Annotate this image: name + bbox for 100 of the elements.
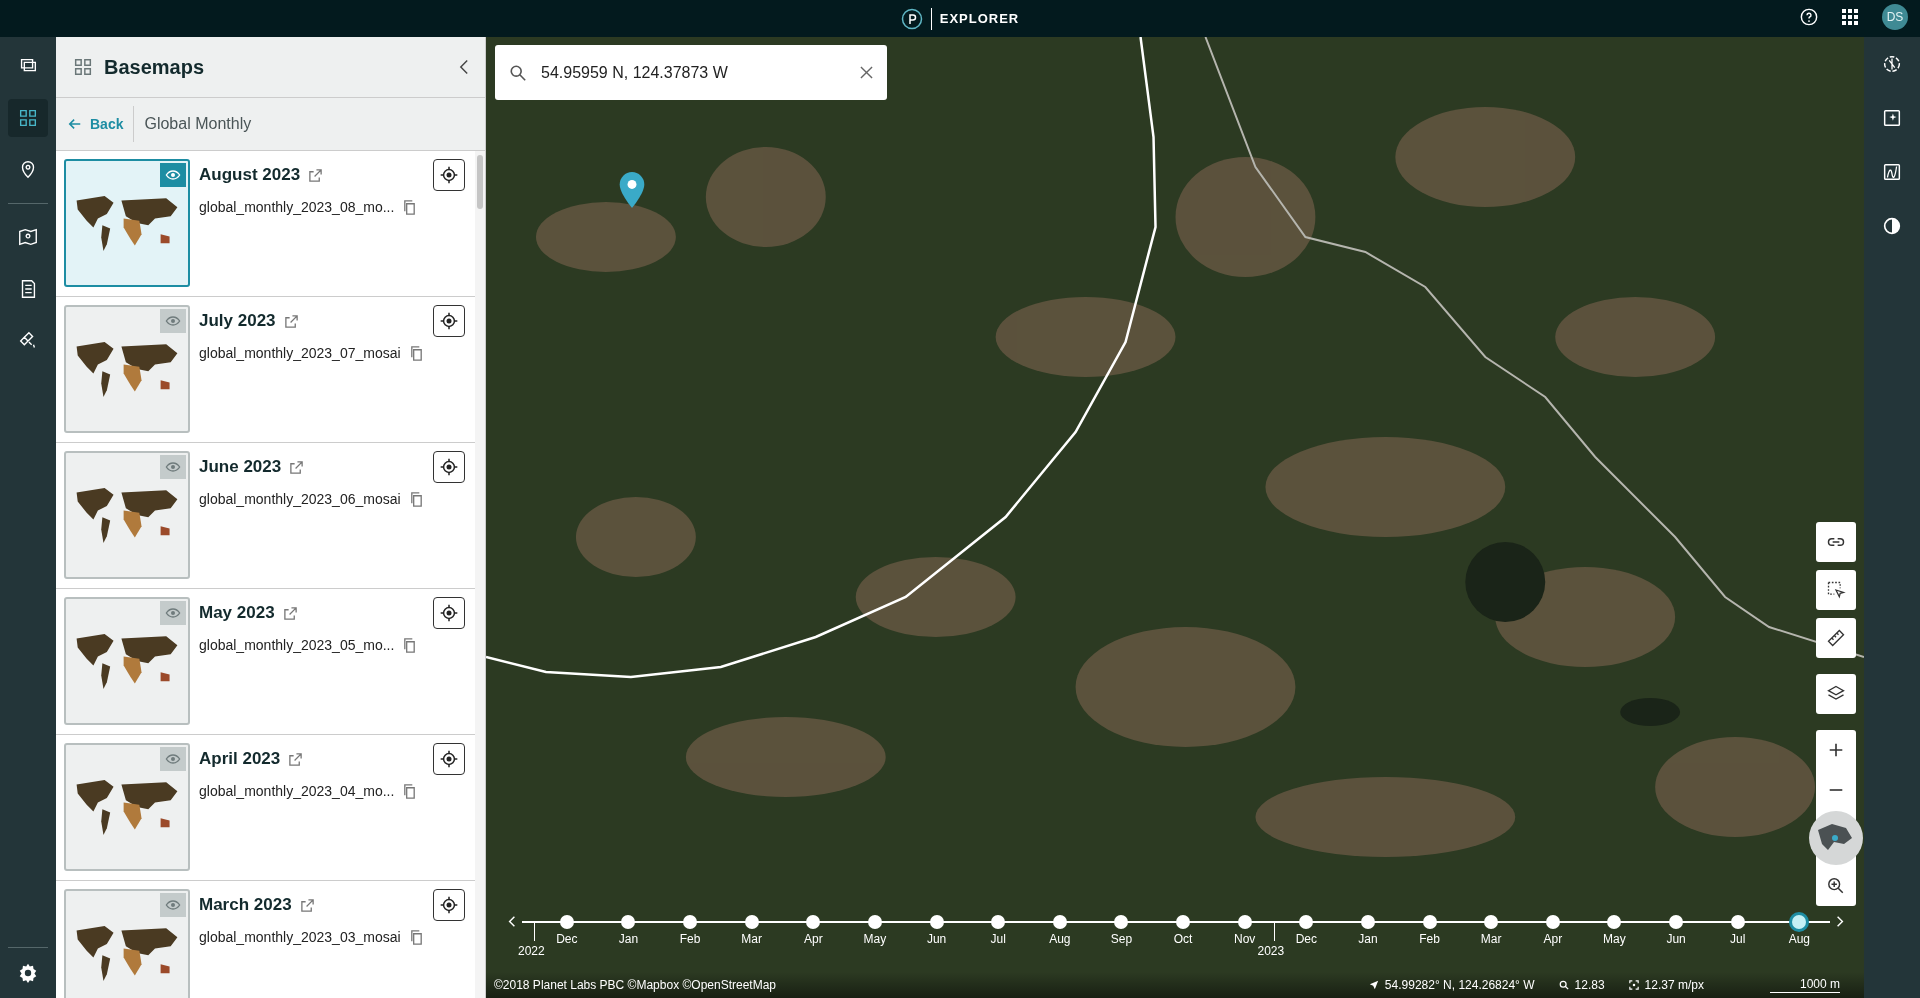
selection-cursor-icon[interactable] <box>1826 580 1846 600</box>
visibility-toggle[interactable] <box>160 455 186 479</box>
scrollbar-thumb[interactable] <box>476 155 483 209</box>
locate-button[interactable] <box>432 159 465 191</box>
area-select-button[interactable] <box>1816 570 1856 610</box>
month-label: Jan <box>1358 932 1378 946</box>
month-label: Aug <box>1788 932 1810 946</box>
crosshair-icon[interactable] <box>438 603 459 623</box>
month-label: May <box>1603 932 1626 946</box>
search-bar[interactable]: 54.95959 N, 124.37873 W <box>495 45 887 100</box>
timeline-dot[interactable] <box>1792 915 1807 929</box>
locate-button[interactable] <box>432 889 465 921</box>
crosshair-icon[interactable] <box>438 457 459 477</box>
sparkle-image-icon[interactable] <box>1881 107 1903 129</box>
locate-button[interactable] <box>432 451 465 483</box>
settings-icon[interactable] <box>17 962 39 984</box>
external-link-icon[interactable] <box>289 459 305 475</box>
help-icon[interactable] <box>1800 8 1818 26</box>
mosaic-name: global_monthly_2023_05_mo... <box>199 637 395 653</box>
sidebar-item[interactable] <box>8 99 48 137</box>
basemap-list-item[interactable]: July 2023 global_monthly_2023_07_mosai <box>56 297 475 443</box>
copy-icon[interactable] <box>408 345 424 361</box>
external-link-icon[interactable] <box>283 313 299 329</box>
crosshair-icon[interactable] <box>438 895 459 915</box>
crosshair-icon[interactable] <box>438 311 459 331</box>
external-link-icon[interactable] <box>299 897 315 913</box>
month-label: Apr <box>803 932 823 946</box>
eye-icon[interactable] <box>165 459 181 475</box>
eye-icon[interactable] <box>165 751 181 767</box>
external-link-icon[interactable] <box>288 751 304 767</box>
month-label: May <box>863 932 887 946</box>
locate-button[interactable] <box>432 743 465 775</box>
plus-icon[interactable] <box>1827 741 1845 759</box>
copy-icon[interactable] <box>408 929 424 945</box>
rail-basemaps-icon[interactable] <box>17 107 39 129</box>
search-field[interactable]: 54.95959 N, 124.37873 W <box>539 62 848 83</box>
zoom-level: 12.83 <box>1574 978 1605 992</box>
resolution-icon <box>1628 980 1639 990</box>
month-label: Jun <box>926 932 947 946</box>
close-icon[interactable] <box>860 66 873 79</box>
ruler-icon[interactable] <box>1826 628 1846 648</box>
locate-button[interactable] <box>432 597 465 629</box>
attribution-text: ©2018 Planet Labs PBC ©Mapbox ©OpenStreetMap <box>494 978 777 992</box>
resolution: 12.37 m/px <box>1644 978 1704 992</box>
year-label: 2023 <box>1257 944 1285 958</box>
crosshair-icon[interactable] <box>438 749 459 769</box>
breadcrumb: Global Monthly <box>143 115 252 133</box>
basemap-list-item[interactable]: June 2023 global_monthly_2023_06_mosai <box>56 443 475 589</box>
external-link-icon[interactable] <box>308 167 324 183</box>
chart-icon[interactable] <box>1881 161 1903 183</box>
logo-icon <box>900 7 932 30</box>
basemap-list-item[interactable]: May 2023 global_monthly_2023_05_mo... <box>56 589 475 735</box>
ruler-button[interactable] <box>1816 618 1856 658</box>
eye-icon[interactable] <box>165 313 181 329</box>
visibility-toggle[interactable] <box>160 747 186 771</box>
crosshair-icon[interactable] <box>438 165 459 185</box>
timeline-next-icon[interactable] <box>1836 915 1844 928</box>
eye-icon[interactable] <box>165 167 181 183</box>
back-arrow-icon[interactable] <box>68 117 82 131</box>
eye-icon[interactable] <box>165 605 181 621</box>
visibility-toggle[interactable] <box>160 163 186 187</box>
month-label: Aug <box>1049 932 1071 946</box>
month-label: Nov <box>1234 932 1256 946</box>
timeline-prev-icon[interactable] <box>508 915 516 928</box>
external-link-icon[interactable] <box>282 605 298 621</box>
month-label: Mar <box>741 932 762 946</box>
mosaic-name: global_monthly_2023_08_mo... <box>199 199 395 215</box>
copy-icon[interactable] <box>408 491 424 507</box>
basemap-list-item[interactable]: March 2023 global_monthly_2023_03_mosai <box>56 881 475 998</box>
globe-swap-icon[interactable] <box>1881 53 1903 75</box>
collapse-chevron-icon[interactable] <box>459 59 469 75</box>
locate-button[interactable] <box>432 305 465 337</box>
month-label: Sep <box>1110 932 1133 946</box>
half-circle-icon[interactable] <box>1881 215 1903 237</box>
map-pin-icon <box>618 171 646 209</box>
apps-grid-icon[interactable] <box>1842 9 1858 25</box>
eye-icon[interactable] <box>165 897 181 913</box>
scale-bar: 1000 m <box>1769 977 1840 993</box>
month-label: Jun <box>1666 932 1686 946</box>
visibility-toggle[interactable] <box>160 309 186 333</box>
basemap-list-item[interactable]: April 2023 global_monthly_2023_04_mo... <box>56 735 475 881</box>
rail-map-icon[interactable] <box>17 226 39 248</box>
basemap-title: June 2023 <box>199 457 282 477</box>
basemap-title: March 2023 <box>199 895 292 915</box>
visibility-toggle[interactable] <box>160 893 186 917</box>
copy-icon[interactable] <box>402 199 418 215</box>
basemap-list-item[interactable]: August 2023 global_monthly_2023_08_mo... <box>56 151 475 297</box>
visibility-toggle[interactable] <box>160 601 186 625</box>
zoom-magnifier-icon[interactable] <box>1827 877 1845 895</box>
user-avatar[interactable]: DS <box>1882 4 1908 30</box>
month-label: Jul <box>1730 932 1746 946</box>
globe-icon[interactable] <box>1808 810 1864 866</box>
layers-button[interactable] <box>1816 674 1856 714</box>
copy-icon[interactable] <box>402 637 418 653</box>
mosaic-name: global_monthly_2023_06_mosai <box>199 491 401 507</box>
copy-icon[interactable] <box>402 783 418 799</box>
link-button[interactable] <box>1816 522 1856 562</box>
cursor-coordinates: 54.99282° N, 124.26824° W <box>1384 978 1535 992</box>
panel-title: Basemaps <box>104 55 206 79</box>
mosaic-name: global_monthly_2023_03_mosai <box>199 929 401 945</box>
